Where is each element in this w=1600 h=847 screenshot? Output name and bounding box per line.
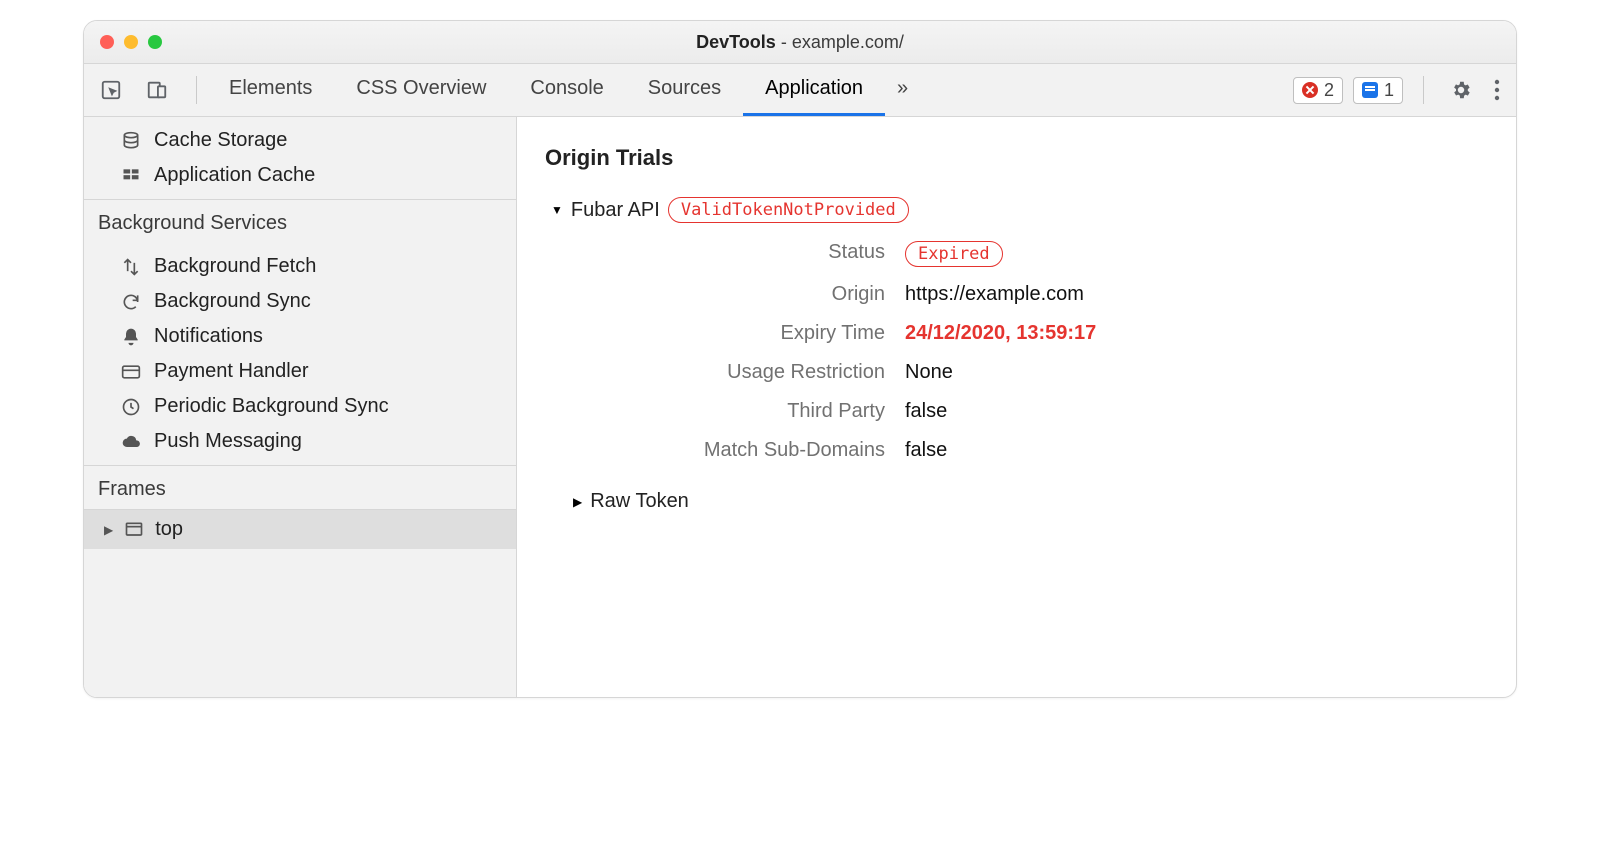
kv-key-match-subdomains: Match Sub-Domains: [585, 439, 885, 462]
kv-val-status: Expired: [905, 241, 1345, 267]
sidebar-item-label: Periodic Background Sync: [154, 395, 389, 418]
frame-detail-panel: Origin Trials ▼ Fubar API ValidTokenNotP…: [517, 117, 1516, 697]
origin-trial-row[interactable]: ▼ Fubar API ValidTokenNotProvided: [551, 197, 1488, 223]
section-title-origin-trials: Origin Trials: [545, 145, 1488, 171]
sidebar-item-label: Background Fetch: [154, 255, 316, 278]
kv-key-expiry: Expiry Time: [585, 322, 885, 345]
toolbar-divider: [196, 76, 197, 104]
sidebar-frame-top[interactable]: ▶ top: [84, 510, 516, 549]
minimize-window-icon[interactable]: [124, 35, 138, 49]
application-sidebar: Cache Storage Application Cache Backgrou…: [84, 117, 517, 697]
sidebar-item-label: Background Sync: [154, 290, 311, 313]
sidebar-item-background-fetch[interactable]: Background Fetch: [84, 249, 516, 284]
cloud-icon: [120, 431, 142, 453]
sidebar-item-application-cache[interactable]: Application Cache: [84, 158, 516, 193]
origin-trial-details: Status Expired Origin https://example.co…: [585, 241, 1345, 462]
sidebar-item-label: Notifications: [154, 325, 263, 348]
tab-application[interactable]: Application: [743, 64, 885, 116]
kv-key-status: Status: [585, 241, 885, 267]
traffic-lights: [100, 35, 162, 49]
kv-val-third-party: false: [905, 400, 1345, 423]
sidebar-item-background-sync[interactable]: Background Sync: [84, 284, 516, 319]
raw-token-label: Raw Token: [590, 490, 689, 513]
frame-label: top: [155, 518, 183, 541]
more-options-icon[interactable]: [1488, 75, 1506, 105]
sidebar-item-label: Cache Storage: [154, 129, 287, 152]
window-title: DevTools - example.com/: [84, 32, 1516, 53]
sidebar-item-label: Push Messaging: [154, 430, 302, 453]
sidebar-section-background-services: Background Services: [84, 199, 516, 243]
bell-icon: [120, 326, 142, 348]
errors-count: 2: [1324, 80, 1334, 101]
inspect-element-icon[interactable]: [94, 75, 128, 105]
tab-elements[interactable]: Elements: [207, 64, 334, 116]
kv-key-usage-restriction: Usage Restriction: [585, 361, 885, 384]
expand-arrow-icon[interactable]: ▶: [104, 523, 113, 537]
origin-trial-status-badge: ValidTokenNotProvided: [668, 197, 909, 223]
panel-tabs: Elements CSS Overview Console Sources Ap…: [207, 64, 920, 116]
sidebar-item-push-messaging[interactable]: Push Messaging: [84, 424, 516, 459]
kv-val-usage-restriction: None: [905, 361, 1345, 384]
window-title-app: DevTools: [696, 32, 776, 52]
device-toolbar-icon[interactable]: [140, 75, 174, 105]
content-area: Cache Storage Application Cache Backgrou…: [84, 117, 1516, 697]
credit-card-icon: [120, 361, 142, 383]
clock-icon: [120, 396, 142, 418]
issue-icon: [1362, 82, 1378, 98]
tab-sources[interactable]: Sources: [626, 64, 743, 116]
sync-icon: [120, 291, 142, 313]
issues-counter[interactable]: 1: [1353, 77, 1403, 104]
sidebar-item-label: Application Cache: [154, 164, 315, 187]
sidebar-item-periodic-background-sync[interactable]: Periodic Background Sync: [84, 389, 516, 424]
settings-icon[interactable]: [1444, 75, 1478, 105]
database-icon: [120, 130, 142, 152]
kv-key-origin: Origin: [585, 283, 885, 306]
titlebar: DevTools - example.com/: [84, 21, 1516, 64]
kv-val-expiry: 24/12/2020, 13:59:17: [905, 322, 1345, 345]
zoom-window-icon[interactable]: [148, 35, 162, 49]
devtools-window: DevTools - example.com/ Elements CSS Ove…: [83, 20, 1517, 698]
transfer-icon: [120, 256, 142, 278]
toolbar-divider: [1423, 76, 1424, 104]
frame-icon: [123, 519, 145, 541]
kv-key-third-party: Third Party: [585, 400, 885, 423]
raw-token-row[interactable]: ▶ Raw Token: [573, 490, 1488, 513]
window-title-url: example.com/: [792, 32, 904, 52]
kv-val-match-subdomains: false: [905, 439, 1345, 462]
errors-counter[interactable]: 2: [1293, 77, 1343, 104]
close-window-icon[interactable]: [100, 35, 114, 49]
sidebar-section-frames: Frames: [84, 465, 516, 509]
expand-arrow-icon[interactable]: ▼: [551, 203, 563, 217]
sidebar-cache-section: Cache Storage Application Cache: [84, 117, 516, 199]
sidebar-item-cache-storage[interactable]: Cache Storage: [84, 123, 516, 158]
expand-arrow-icon[interactable]: ▶: [573, 495, 582, 509]
devtools-toolbar: Elements CSS Overview Console Sources Ap…: [84, 64, 1516, 117]
kv-val-origin: https://example.com: [905, 283, 1345, 306]
sidebar-item-notifications[interactable]: Notifications: [84, 319, 516, 354]
sidebar-item-payment-handler[interactable]: Payment Handler: [84, 354, 516, 389]
origin-trial-name: Fubar API: [571, 199, 660, 222]
error-icon: [1302, 82, 1318, 98]
tab-console[interactable]: Console: [508, 64, 625, 116]
issues-count: 1: [1384, 80, 1394, 101]
grid-icon: [120, 165, 142, 187]
tabs-overflow-button[interactable]: »: [885, 64, 920, 116]
tab-css-overview[interactable]: CSS Overview: [334, 64, 508, 116]
sidebar-item-label: Payment Handler: [154, 360, 309, 383]
